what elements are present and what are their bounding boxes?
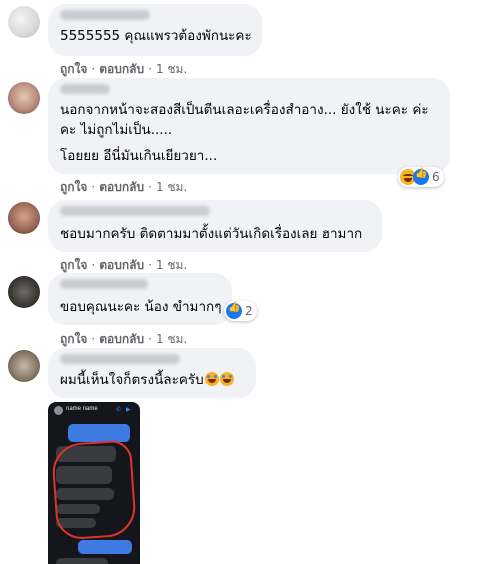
separator: · (91, 180, 96, 194)
screenshot-avatar (54, 406, 63, 415)
video-icon: ▶ (126, 406, 131, 413)
separator: · (148, 332, 152, 346)
comment-actions: ถูกใจ · ตอบกลับ · 1 ชม. (60, 178, 187, 197)
red-highlight-circle (50, 439, 138, 541)
comment-bubble: ขอบคุณนะคะ น้อง ขำมากๆ (48, 273, 232, 325)
comment-text: 5555555 คุณแพรวต้องพักนะคะ (60, 28, 252, 44)
screenshot-message (56, 558, 108, 564)
separator: · (148, 180, 152, 194)
commenter-name-blurred[interactable] (60, 10, 150, 20)
screenshot-chat-header: name name ✆ ▶ (48, 402, 140, 420)
avatar[interactable] (8, 350, 40, 382)
avatar[interactable] (8, 202, 40, 234)
screenshot-message (68, 424, 130, 442)
reply-button[interactable]: ตอบกลับ (99, 330, 144, 349)
comment-text-line: คะ ไม่ถูกไม่เป็น..... (60, 122, 173, 138)
separator: · (148, 62, 152, 76)
comment-text-line: โอยยย อีนี่มันเกินเยียวยา... (60, 148, 218, 164)
timestamp[interactable]: 1 ชม. (156, 330, 187, 349)
laugh-cry-icon (204, 372, 219, 386)
comment-bubble: ชอบมากครับ ติดตามมาตั้งแต่วันเกิดเรื่องเ… (48, 200, 382, 252)
like-button[interactable]: ถูกใจ (60, 178, 87, 197)
comment-text: ผมนี้เห็นใจก็ตรงนี้ละครับ (60, 370, 234, 390)
separator: · (148, 258, 152, 272)
timestamp[interactable]: 1 ชม. (156, 60, 187, 79)
avatar[interactable] (8, 6, 40, 38)
timestamp[interactable]: 1 ชม. (156, 178, 187, 197)
comment-text-line: นอกจากหน้าจะสองสีเป็นตีนเลอะเครื่องสำอาง… (60, 102, 429, 118)
comment-bubble: นอกจากหน้าจะสองสีเป็นตีนเลอะเครื่องสำอาง… (48, 78, 450, 174)
reaction-count: 6 (432, 170, 440, 184)
screenshot-contact-name: name name (66, 406, 98, 412)
like-button[interactable]: ถูกใจ (60, 60, 87, 79)
comment-bubble: 5555555 คุณแพรวต้องพักนะคะ (48, 4, 262, 56)
separator: · (91, 258, 96, 272)
commenter-name-blurred[interactable] (60, 84, 110, 94)
thumbs-up-icon (226, 302, 242, 319)
commenter-name-blurred[interactable] (60, 354, 180, 364)
comment-bubble: ผมนี้เห็นใจก็ตรงนี้ละครับ (48, 348, 256, 398)
thumbs-up-icon (413, 168, 429, 185)
reaction-count: 2 (245, 304, 253, 318)
comment-text: ชอบมากครับ ติดตามมาตั้งแต่วันเกิดเรื่องเ… (60, 226, 363, 242)
reply-button[interactable]: ตอบกลับ (99, 60, 144, 79)
comment-actions: ถูกใจ · ตอบกลับ · 1 ชม. (60, 60, 187, 79)
screenshot-message (78, 540, 132, 554)
like-button[interactable]: ถูกใจ (60, 330, 87, 349)
avatar[interactable] (8, 276, 40, 308)
reaction-summary[interactable]: 2 (224, 301, 257, 321)
reaction-summary[interactable]: 6 (398, 167, 444, 187)
phone-icon: ✆ (116, 406, 122, 413)
attached-chat-screenshot[interactable]: name name ✆ ▶ (48, 402, 140, 564)
comment-text-content: ผมนี้เห็นใจก็ตรงนี้ละครับ (60, 372, 204, 388)
avatar[interactable] (8, 82, 40, 114)
reply-button[interactable]: ตอบกลับ (99, 178, 144, 197)
separator: · (91, 62, 96, 76)
laugh-cry-icon (219, 372, 234, 386)
commenter-name-blurred[interactable] (60, 279, 148, 289)
comment-actions: ถูกใจ · ตอบกลับ · 1 ชม. (60, 330, 187, 349)
commenter-name-blurred[interactable] (60, 206, 210, 216)
separator: · (91, 332, 96, 346)
comment-text: ขอบคุณนะคะ น้อง ขำมากๆ (60, 299, 222, 315)
